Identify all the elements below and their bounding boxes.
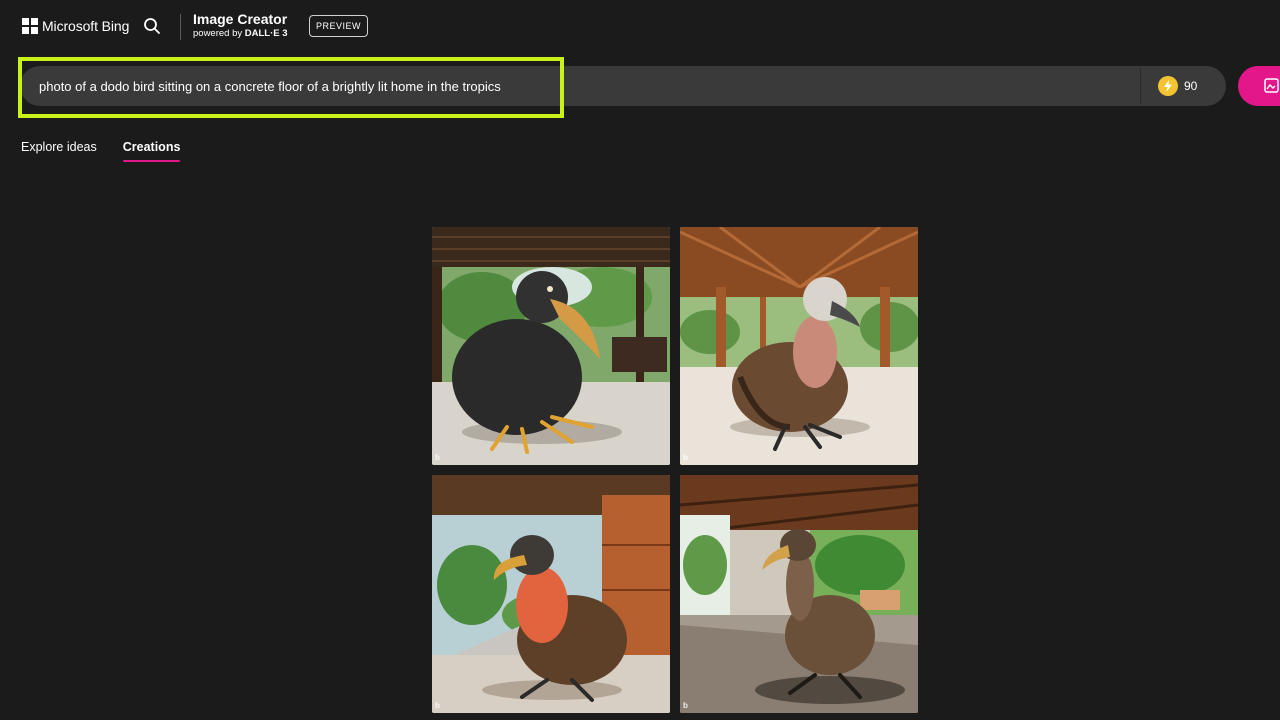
image-create-icon — [1264, 78, 1279, 93]
image-2-watermark: b — [683, 453, 688, 462]
microsoft-logo-icon — [22, 18, 38, 34]
generated-image-4[interactable]: b — [680, 475, 918, 713]
image-4-picture — [680, 475, 918, 713]
image-3-watermark: b — [435, 701, 440, 710]
image-grid: b b b b — [432, 227, 918, 713]
generated-image-1[interactable]: b — [432, 227, 670, 465]
tab-explore-ideas[interactable]: Explore ideas — [21, 140, 97, 162]
prompt-separator — [1140, 68, 1141, 104]
prompt-bar: 90 — [20, 66, 1226, 106]
create-button[interactable] — [1238, 66, 1280, 106]
lightning-coin-icon — [1158, 76, 1178, 96]
prompt-input[interactable] — [20, 66, 1140, 106]
generated-image-3[interactable]: b — [432, 475, 670, 713]
boost-counter[interactable]: 90 — [1158, 76, 1197, 96]
image-3-picture — [432, 475, 670, 713]
boost-count: 90 — [1184, 79, 1198, 93]
subtitle-prefix: powered by — [193, 28, 245, 39]
page-subtitle: powered by DALL·E 3 — [193, 27, 288, 41]
app-title-block: Image Creator powered by DALL·E 3 — [193, 12, 288, 41]
page-title: Image Creator — [193, 11, 288, 27]
search-button[interactable] — [136, 10, 168, 42]
generated-image-2[interactable]: b — [680, 227, 918, 465]
bing-logo[interactable]: Microsoft Bing — [22, 18, 129, 34]
header-divider — [180, 14, 181, 40]
subtitle-model: DALL·E 3 — [244, 28, 288, 39]
image-1-picture — [432, 227, 670, 465]
brand-name: Microsoft Bing — [42, 18, 130, 34]
header: Microsoft Bing Image Creator powered by … — [0, 0, 1280, 56]
tab-bar: Explore ideas Creations — [21, 140, 206, 162]
image-4-watermark: b — [683, 701, 688, 710]
search-icon — [144, 18, 160, 34]
image-2-picture — [680, 227, 918, 465]
image-1-watermark: b — [435, 453, 440, 462]
tab-creations[interactable]: Creations — [122, 140, 180, 162]
preview-badge: PREVIEW — [309, 15, 368, 37]
